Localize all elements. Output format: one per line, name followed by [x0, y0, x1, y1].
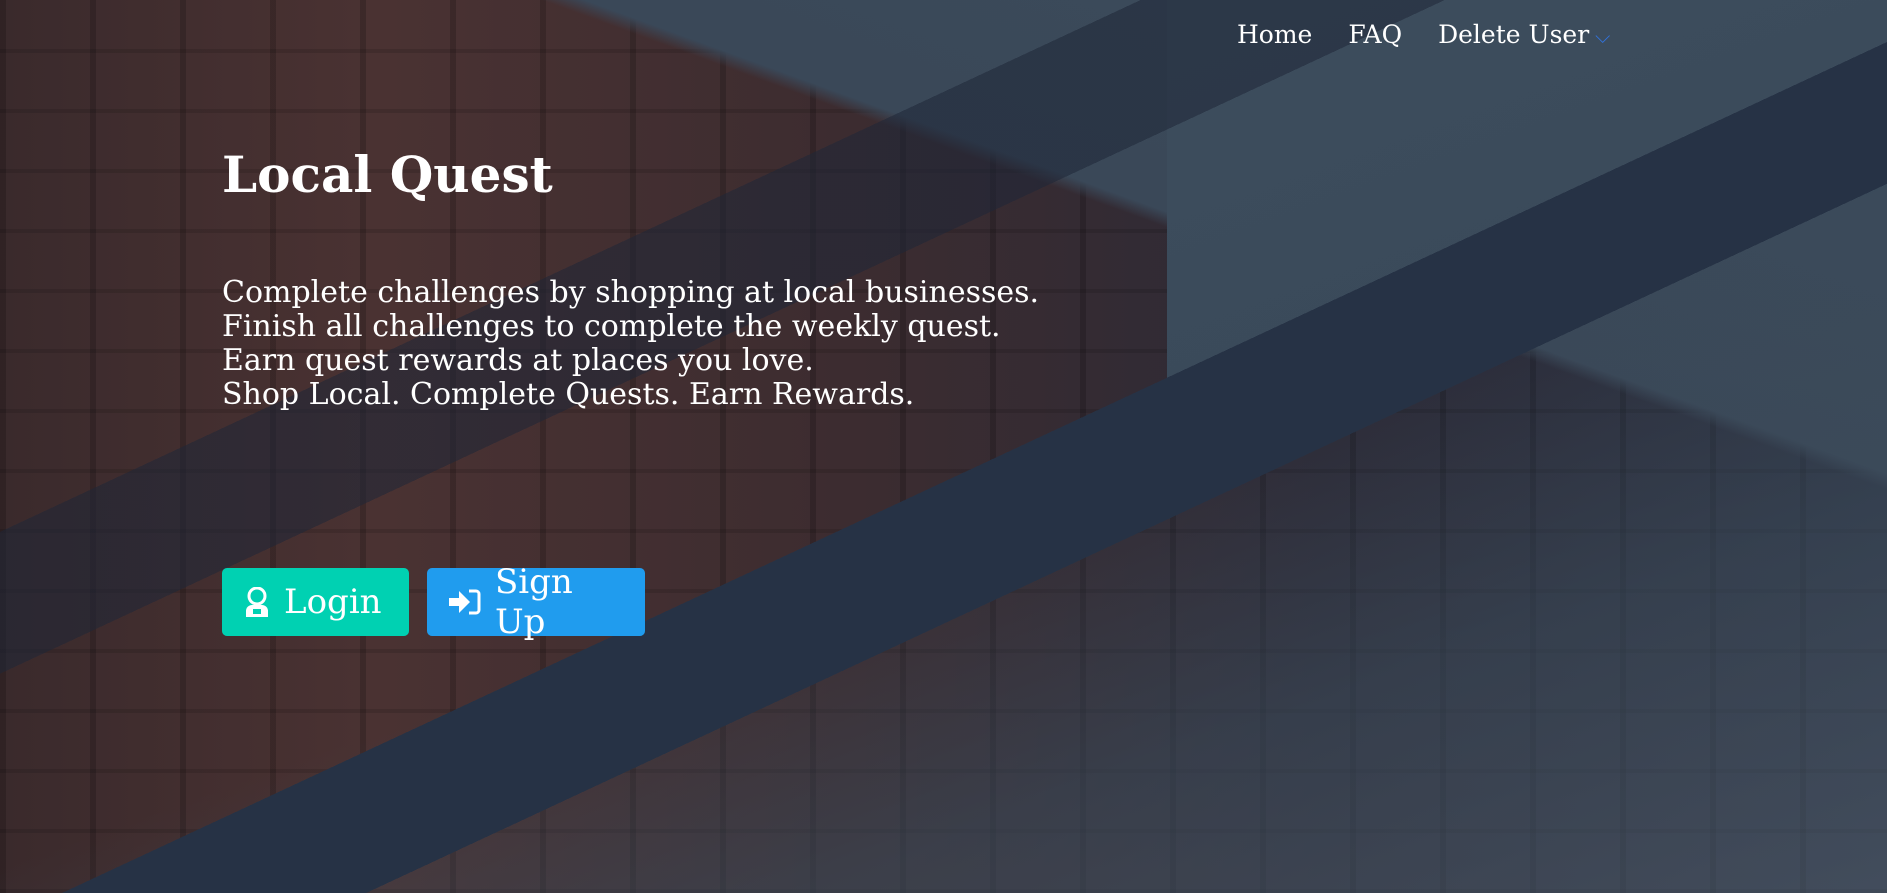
hero-line: Shop Local. Complete Quests. Earn Reward… [222, 377, 915, 412]
hero-description: Complete challenges by shopping at local… [222, 276, 1039, 412]
nav-faq[interactable]: FAQ [1348, 20, 1402, 49]
signup-label: Sign Up [495, 562, 573, 642]
hero-line: Earn quest rewards at places you love. [222, 343, 814, 378]
nav-home[interactable]: Home [1237, 20, 1312, 49]
top-nav: Home FAQ Delete User ⌵ [1237, 20, 1610, 49]
nav-delete-user[interactable]: Delete User ⌵ [1438, 20, 1610, 49]
hero-line: Finish all challenges to complete the we… [222, 309, 1001, 344]
login-button[interactable]: Login [222, 568, 409, 636]
auth-buttons: Login Sign Up [222, 562, 645, 642]
signup-button[interactable]: Sign Up [427, 562, 645, 642]
page-title: Local Quest [222, 145, 553, 204]
sign-in-icon [449, 588, 481, 616]
hero-line: Complete challenges by shopping at local… [222, 275, 1040, 310]
background-building [0, 0, 1887, 893]
login-label: Login [284, 582, 382, 622]
chevron-down-icon: ⌵ [1595, 24, 1611, 48]
user-astronaut-icon [244, 587, 270, 617]
nav-delete-user-label: Delete User [1438, 20, 1590, 49]
